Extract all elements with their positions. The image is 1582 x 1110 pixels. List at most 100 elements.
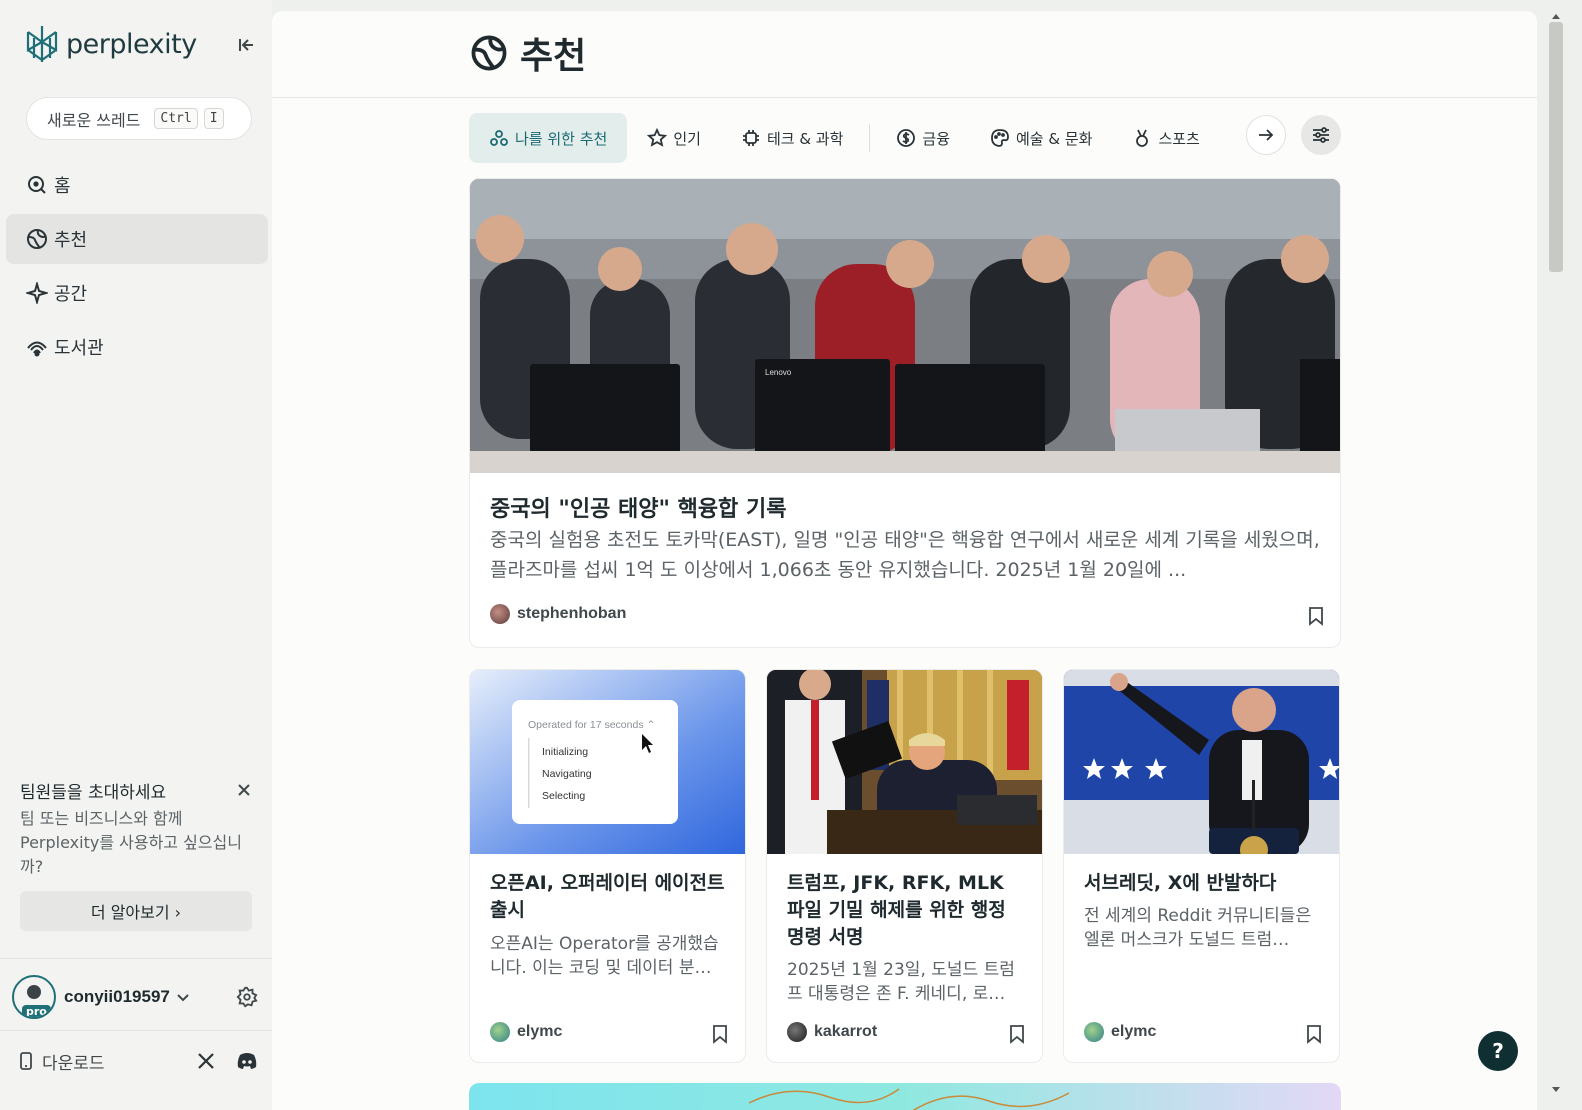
download-link[interactable]: 다운로드 xyxy=(18,1047,262,1075)
operator-step-text: Selecting xyxy=(542,790,585,802)
hero-article-card[interactable]: Lenovo 중국의 "인공 태양" 핵융합 기록 중국의 실험용 초전도 토카… xyxy=(469,178,1341,648)
tab-label: 테크 & 과학 xyxy=(766,129,844,148)
logo[interactable]: perplexity xyxy=(24,24,197,64)
new-thread-label: 새로운 쓰레드 xyxy=(47,110,141,130)
main-content: 추천 나를 위한 추천 인기 테크 & 과학 금융 예술 & 문화 스포츠 Le… xyxy=(272,11,1537,1110)
sparkle-icon xyxy=(26,282,48,304)
chip-icon xyxy=(742,130,759,146)
sidebar: perplexity 새로운 쓰레드 Ctrl I 홈 추천 공간 도서관 팀원… xyxy=(0,0,272,1110)
bookmark-icon[interactable] xyxy=(712,1024,728,1044)
card-title: 서브레딧, X에 반발하다 xyxy=(1084,872,1277,894)
bookmark-icon[interactable] xyxy=(1009,1024,1025,1044)
page-title-row: 추천 xyxy=(470,27,586,79)
people-icon xyxy=(490,130,508,146)
bookmark-icon[interactable] xyxy=(1306,1024,1322,1044)
tab-tech-science[interactable]: 테크 & 과학 xyxy=(721,113,863,163)
author-avatar xyxy=(787,1022,807,1042)
hero-title: 중국의 "인공 태양" 핵융합 기록 xyxy=(490,497,787,522)
sidebar-item-label: 도서관 xyxy=(54,338,104,359)
arrow-right-icon xyxy=(1259,129,1274,141)
invite-panel: 팀원들을 초대하세요 팀 또는 비즈니스와 함께 Perplexity를 사용하… xyxy=(20,778,252,931)
card-description: 2025년 1월 23일, 도널드 트럼프 대통령은 존 F. 케네디, 로… xyxy=(787,960,1015,1004)
sidebar-item-label: 홈 xyxy=(54,176,71,197)
monitor-brand-label: Lenovo xyxy=(765,368,792,377)
tab-trending[interactable]: 인기 xyxy=(627,113,721,163)
sidebar-item-home[interactable]: 홈 xyxy=(6,160,268,210)
card-author[interactable]: elymc xyxy=(490,1022,562,1042)
sidebar-item-discover[interactable]: 추천 xyxy=(6,214,268,264)
library-icon xyxy=(27,341,47,357)
author-name: elymc xyxy=(1111,1023,1157,1040)
sidebar-item-spaces[interactable]: 공간 xyxy=(6,268,268,318)
divider xyxy=(0,1030,272,1031)
hero-description: 중국의 실험용 초전도 토카막(EAST), 일명 "인공 태양"은 핵융합 연… xyxy=(490,529,1320,581)
operator-header-text: Operated for 17 seconds ⌃ xyxy=(528,719,655,731)
tab-for-you[interactable]: 나를 위한 추천 xyxy=(469,113,628,163)
user-menu[interactable]: pro conyii019597 xyxy=(12,975,262,1019)
tab-arts-culture[interactable]: 예술 & 문화 xyxy=(970,113,1112,163)
help-button[interactable]: ? xyxy=(1478,1031,1518,1071)
download-label: 다운로드 xyxy=(42,1053,105,1074)
tabs-scroll-right-button[interactable] xyxy=(1246,115,1286,155)
operator-step-text: Initializing xyxy=(542,746,588,758)
sidebar-item-label: 공간 xyxy=(54,284,88,305)
scroll-down-icon[interactable] xyxy=(1551,1086,1561,1094)
card-image: Operated for 17 seconds ⌃ Initializing N… xyxy=(470,670,745,854)
sliders-icon xyxy=(1313,127,1329,143)
tab-label: 스포츠 xyxy=(1158,129,1200,148)
perplexity-logo-icon xyxy=(26,26,58,62)
article-card-trump[interactable]: 트럼프, JFK, RFK, MLK 파일 기밀 해제를 위한 행정 명령 서명… xyxy=(766,669,1043,1063)
tab-divider xyxy=(869,124,871,152)
globe-icon xyxy=(27,229,47,249)
author-name: kakarrot xyxy=(814,1023,878,1040)
palette-icon xyxy=(991,129,1009,147)
divider xyxy=(0,958,272,959)
card-image xyxy=(1064,670,1339,854)
tab-sports[interactable]: 스포츠 xyxy=(1112,113,1219,163)
sidebar-item-library[interactable]: 도서관 xyxy=(6,322,268,372)
hero-author[interactable]: stephenhoban xyxy=(490,604,626,624)
pro-badge: pro xyxy=(22,1005,51,1017)
new-thread-button[interactable]: 새로운 쓰레드 Ctrl I xyxy=(26,97,252,140)
tab-finance[interactable]: 금융 xyxy=(876,113,970,163)
phone-icon xyxy=(20,1052,32,1070)
page-header: 추천 xyxy=(272,11,1537,98)
gear-icon[interactable] xyxy=(236,986,258,1008)
card-title: 오픈AI, 오퍼레이터 에이전트 출시 xyxy=(490,872,725,921)
dollar-icon xyxy=(897,129,916,147)
globe-icon xyxy=(471,35,507,71)
learn-more-button[interactable]: 더 알아보기 › xyxy=(20,891,252,931)
close-icon[interactable] xyxy=(236,782,252,798)
scroll-up-icon[interactable] xyxy=(1551,12,1561,20)
card-description: 오픈AI는 Operator를 공개했습니다. 이는 코딩 및 데이터 분… xyxy=(490,934,719,978)
author-avatar xyxy=(490,1022,510,1042)
scrollbar-thumb[interactable] xyxy=(1549,22,1563,272)
medal-icon xyxy=(1136,129,1149,147)
invite-title: 팀원들을 초대하세요 xyxy=(20,783,167,803)
card-image xyxy=(767,670,1042,854)
discord-icon[interactable] xyxy=(236,1051,258,1071)
kbd-i: I xyxy=(203,108,224,129)
operator-step-text: Navigating xyxy=(542,768,592,780)
logo-text: perplexity xyxy=(66,28,197,60)
article-card-openai[interactable]: Operated for 17 seconds ⌃ Initializing N… xyxy=(469,669,746,1063)
author-name: stephenhoban xyxy=(517,605,627,622)
username: conyii019597 xyxy=(64,987,170,1006)
card-author[interactable]: kakarrot xyxy=(787,1022,877,1042)
filter-settings-button[interactable] xyxy=(1301,115,1341,155)
author-avatar xyxy=(490,604,510,624)
card-author[interactable]: elymc xyxy=(1084,1022,1156,1042)
search-icon xyxy=(28,176,46,194)
star-icon xyxy=(647,128,668,147)
next-article-card-partial[interactable] xyxy=(469,1083,1341,1110)
collapse-sidebar-icon[interactable] xyxy=(236,34,258,56)
chevron-down-icon xyxy=(177,994,189,1002)
page-scrollbar[interactable] xyxy=(1546,12,1566,1100)
tab-label: 나를 위한 추천 xyxy=(515,129,608,148)
article-card-subreddit[interactable]: 서브레딧, X에 반발하다 전 세계의 Reddit 커뮤니티들은 엘론 머스크… xyxy=(1063,669,1340,1063)
sidebar-nav: 홈 추천 공간 도서관 xyxy=(6,160,268,376)
tab-label: 인기 xyxy=(673,129,701,148)
bookmark-icon[interactable] xyxy=(1308,606,1324,626)
card-image xyxy=(748,1088,1070,1110)
x-twitter-icon[interactable] xyxy=(196,1051,216,1071)
